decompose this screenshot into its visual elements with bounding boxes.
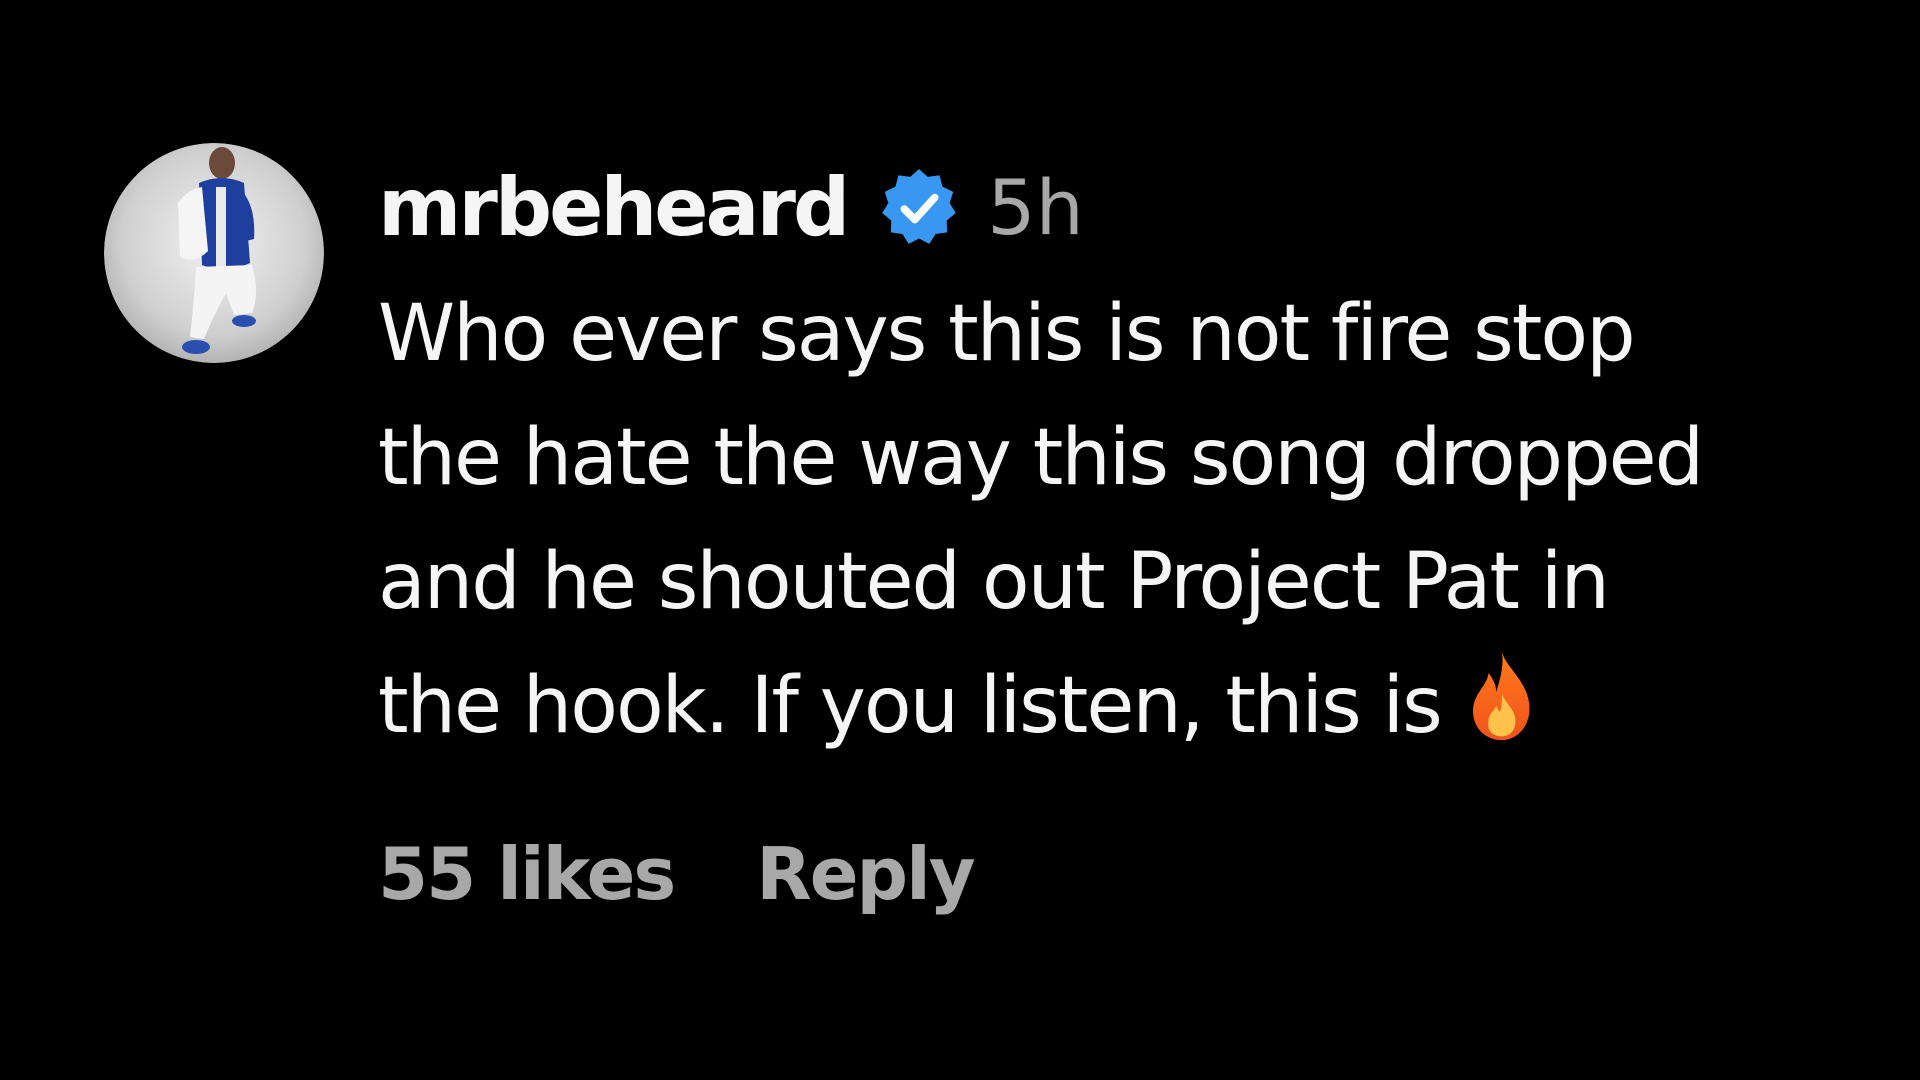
username[interactable]: mrbeheard xyxy=(378,168,850,248)
avatar-image xyxy=(104,143,324,363)
comment-timestamp[interactable]: 5h xyxy=(987,170,1084,246)
comment-actions: 55 likes Reply xyxy=(378,838,976,910)
comment-header: mrbeheard 5h xyxy=(378,158,1084,258)
avatar[interactable] xyxy=(104,143,324,363)
comment-text-line-last: the hook. If you listen, this is xyxy=(378,644,1908,768)
reply-button[interactable]: Reply xyxy=(756,838,975,910)
verified-badge-icon xyxy=(877,166,961,250)
comment-text-line: the hate the way this song dropped xyxy=(378,413,1704,503)
comment: mrbeheard 5h Who ever says this is not f… xyxy=(0,0,1920,1080)
likes-count[interactable]: 55 likes xyxy=(378,838,676,910)
comment-text-line: and he shouted out Project Pat in xyxy=(378,537,1610,627)
comment-text: Who ever says this is not fire stop the … xyxy=(378,272,1908,768)
fire-icon xyxy=(1463,648,1541,744)
comment-text-line: Who ever says this is not fire stop xyxy=(378,289,1636,379)
comment-text-line: the hook. If you listen, this is xyxy=(378,661,1443,751)
